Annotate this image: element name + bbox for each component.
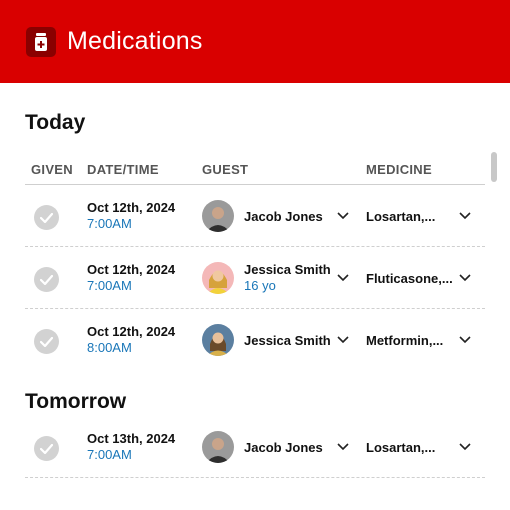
- guest-name: Jessica Smith: [244, 262, 331, 277]
- page-title: Medications: [67, 27, 203, 55]
- guest-chevron-down-icon[interactable]: [337, 274, 349, 282]
- pill-bottle-icon: [26, 26, 56, 57]
- check-icon: [40, 443, 53, 454]
- guest-name: Jacob Jones: [244, 440, 323, 455]
- column-header-given[interactable]: GIVEN: [31, 162, 73, 177]
- given-checkbox[interactable]: [34, 436, 59, 461]
- row-time: 7:00AM: [87, 216, 132, 231]
- medicine-name: Fluticasone,...: [366, 271, 453, 286]
- check-icon: [40, 336, 53, 347]
- given-checkbox[interactable]: [34, 329, 59, 354]
- avatar: [202, 324, 234, 356]
- guest-name: Jacob Jones: [244, 209, 323, 224]
- row-date: Oct 12th, 2024: [87, 324, 176, 339]
- app-header: Medications: [0, 0, 510, 83]
- guest-name: Jessica Smith: [244, 333, 331, 348]
- row-date: Oct 13th, 2024: [87, 431, 176, 446]
- column-header-guest[interactable]: GUEST: [202, 162, 248, 177]
- medicine-chevron-down-icon[interactable]: [459, 336, 471, 344]
- table-row[interactable]: Oct 12th, 2024 7:00AM Jessica Smith 16 y…: [25, 247, 485, 309]
- medicine-name: Losartan,...: [366, 209, 436, 224]
- row-date: Oct 12th, 2024: [87, 200, 176, 215]
- check-icon: [40, 274, 53, 285]
- guest-chevron-down-icon[interactable]: [337, 336, 349, 344]
- given-checkbox[interactable]: [34, 205, 59, 230]
- medicine-name: Losartan,...: [366, 440, 436, 455]
- check-icon: [40, 212, 53, 223]
- medicine-chevron-down-icon[interactable]: [459, 443, 471, 451]
- avatar: [202, 200, 234, 232]
- avatar: [202, 431, 234, 463]
- medicine-name: Metformin,...: [366, 333, 444, 348]
- medicine-chevron-down-icon[interactable]: [459, 212, 471, 220]
- guest-chevron-down-icon[interactable]: [337, 443, 349, 451]
- row-time: 7:00AM: [87, 447, 132, 462]
- row-time: 7:00AM: [87, 278, 132, 293]
- row-divider: [25, 477, 485, 478]
- scrollbar-thumb[interactable]: [491, 152, 497, 182]
- table-row[interactable]: Oct 12th, 2024 8:00AM Jessica Smith Metf…: [25, 309, 485, 371]
- section-title-today: Today: [25, 111, 86, 134]
- given-checkbox[interactable]: [34, 267, 59, 292]
- avatar: [202, 262, 234, 294]
- guest-age: 16 yo: [244, 278, 276, 293]
- table-row[interactable]: Oct 13th, 2024 7:00AM Jacob Jones Losart…: [25, 416, 485, 478]
- column-header-medicine[interactable]: MEDICINE: [366, 162, 432, 177]
- section-title-tomorrow: Tomorrow: [25, 390, 127, 413]
- column-header-datetime[interactable]: DATE/TIME: [87, 162, 159, 177]
- table-row[interactable]: Oct 12th, 2024 7:00AM Jacob Jones Losart…: [25, 185, 485, 247]
- medications-content: Today GIVEN DATE/TIME GUEST MEDICINE Oct…: [0, 83, 510, 510]
- row-date: Oct 12th, 2024: [87, 262, 176, 277]
- medicine-chevron-down-icon[interactable]: [459, 274, 471, 282]
- guest-chevron-down-icon[interactable]: [337, 212, 349, 220]
- row-time: 8:00AM: [87, 340, 132, 355]
